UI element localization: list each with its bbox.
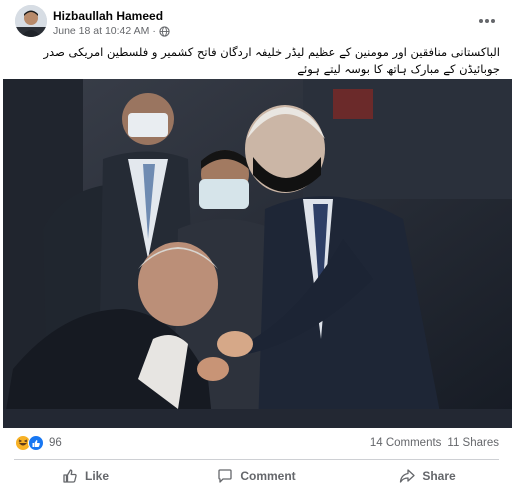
share-label: Share (422, 469, 456, 483)
share-icon (399, 468, 415, 484)
globe-icon (159, 25, 170, 37)
post-header: Hizbaullah Hameed June 18 at 10:42 AM · (0, 0, 513, 42)
comment-icon (217, 468, 233, 484)
reaction-icons[interactable] (15, 435, 45, 451)
like-button[interactable]: Like (0, 461, 171, 491)
divider (14, 459, 499, 460)
comments-count[interactable]: 14 Comments (370, 437, 442, 449)
meta-separator: · (152, 25, 156, 37)
post-photo[interactable] (3, 79, 512, 428)
action-bar: Like Comment Share (0, 461, 513, 491)
post-timestamp[interactable]: June 18 at 10:42 AM (53, 25, 149, 37)
post-caption: الباکستانی منافقین اور مومنین کے عظیم لی… (43, 45, 501, 76)
author-name[interactable]: Hizbaullah Hameed (53, 9, 163, 23)
comment-label: Comment (240, 469, 296, 483)
reaction-count[interactable]: 96 (49, 437, 62, 449)
avatar[interactable] (15, 5, 47, 37)
facebook-post-card: Hizbaullah Hameed June 18 at 10:42 AM · … (0, 0, 513, 493)
like-label: Like (84, 469, 109, 483)
post-meta: June 18 at 10:42 AM · (53, 25, 170, 37)
comment-button[interactable]: Comment (171, 461, 342, 491)
share-button[interactable]: Share (342, 461, 513, 491)
reactions-bar: 96 14 Comments 11 Shares (0, 428, 513, 458)
thumbs-up-icon (62, 468, 78, 484)
like-icon (28, 435, 44, 451)
engagement-counts: 14 Comments 11 Shares (370, 437, 499, 449)
more-options-icon[interactable] (479, 14, 495, 28)
shares-count[interactable]: 11 Shares (447, 437, 499, 449)
